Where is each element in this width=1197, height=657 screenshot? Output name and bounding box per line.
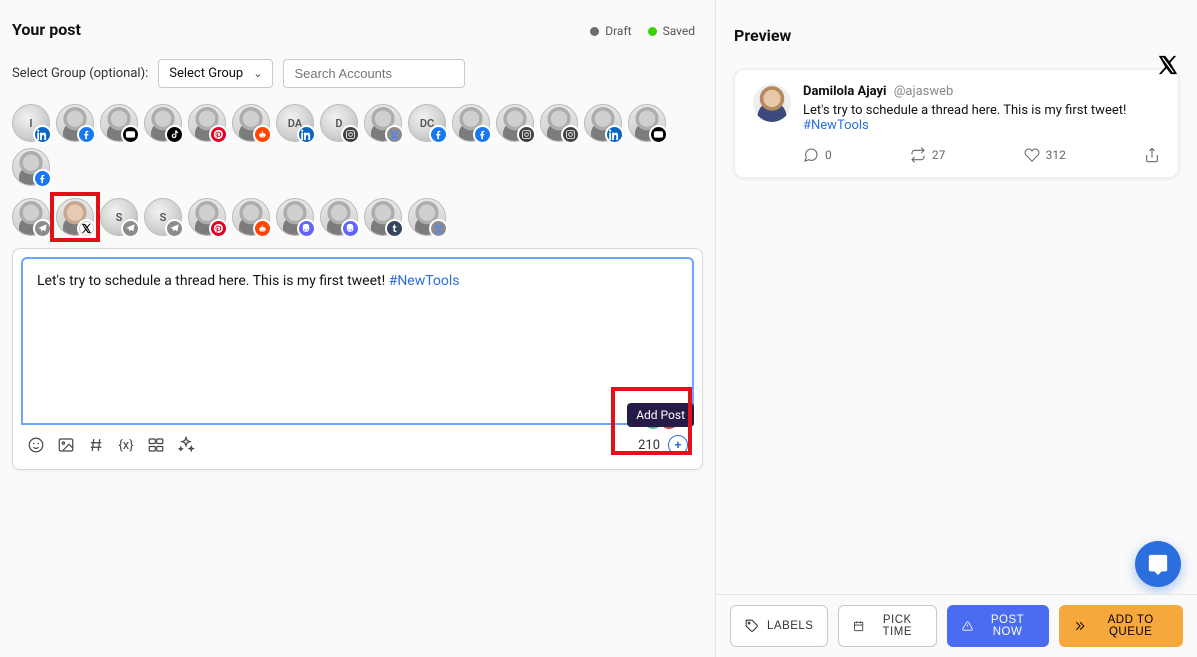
compose-textarea[interactable]: Let's try to schedule a thread here. Thi… [21, 257, 694, 425]
select-group-dropdown[interactable]: Select Group ⌄ [158, 59, 273, 88]
pinterest-icon [209, 125, 228, 144]
account-acct-23[interactable] [276, 198, 314, 236]
pick-time-button[interactable]: PICK TIME [838, 605, 936, 647]
account-acct-12[interactable] [496, 104, 534, 142]
facebook-icon [473, 125, 492, 144]
add-post-tooltip: Add Post [627, 403, 694, 427]
account-acct-6[interactable] [232, 104, 270, 142]
reddit-icon [253, 125, 272, 144]
account-acct-5[interactable] [188, 104, 226, 142]
tumblr-icon [385, 219, 404, 238]
image-icon[interactable] [57, 436, 75, 454]
select-group-label: Select Group (optional): [12, 66, 148, 81]
bluesky-icon [429, 219, 448, 238]
tweet-hashtag: #NewTools [803, 118, 869, 133]
tiktok-icon [165, 125, 184, 144]
post-now-button[interactable]: POST NOW [947, 605, 1049, 647]
tweet-likes[interactable]: 312 [1024, 147, 1066, 163]
tweet-author-name: Damilola Ajayi [803, 84, 886, 99]
telegram-icon [121, 219, 140, 238]
status-saved: Saved [648, 24, 695, 38]
tweet-retweets[interactable]: 27 [910, 147, 946, 163]
account-acct-11[interactable] [452, 104, 490, 142]
account-acct-17[interactable] [12, 198, 50, 236]
add-to-queue-button[interactable]: ADD TO QUEUE [1059, 605, 1183, 647]
variable-icon[interactable]: {x} [117, 436, 135, 454]
account-acct-20[interactable]: S [144, 198, 182, 236]
account-acct-24[interactable] [320, 198, 358, 236]
account-acct-1[interactable]: I [12, 104, 50, 142]
mastodon-icon [297, 219, 316, 238]
x-logo-icon [1157, 54, 1179, 76]
select-group-dropdown-label: Select Group [169, 66, 243, 81]
compose-hashtag: #NewTools [389, 273, 460, 289]
linkedin-icon [605, 125, 624, 144]
account-acct-16[interactable] [12, 148, 50, 186]
account-acct-25[interactable] [364, 198, 402, 236]
tweet-replies[interactable]: 0 [803, 147, 832, 163]
account-acct-9[interactable] [364, 104, 402, 142]
account-acct-18[interactable] [56, 198, 94, 236]
youtube-icon [649, 125, 668, 144]
bluesky-icon [385, 125, 404, 144]
linkedin-icon [33, 125, 52, 144]
tweet-author-handle: @ajasweb [894, 84, 954, 99]
tweet-share[interactable] [1144, 147, 1160, 163]
account-acct-22[interactable] [232, 198, 270, 236]
compose-toolbar: {x} Add Post 210 + [13, 425, 702, 469]
x-icon [77, 219, 96, 238]
instagram-icon [341, 125, 360, 144]
hashtag-icon[interactable] [87, 436, 105, 454]
account-acct-19[interactable]: S [100, 198, 138, 236]
account-acct-10[interactable]: DC [408, 104, 446, 142]
account-acct-14[interactable] [584, 104, 622, 142]
telegram-icon [33, 219, 52, 238]
char-counter: 210 [638, 438, 660, 453]
facebook-icon [33, 169, 52, 188]
tweet-text: Let's try to schedule a thread here. Thi… [803, 103, 1126, 118]
account-acct-26[interactable] [408, 198, 446, 236]
compose-text: Let's try to schedule a thread here. Thi… [37, 273, 389, 289]
facebook-icon [77, 125, 96, 144]
pinterest-icon [209, 219, 228, 238]
footer-bar: LABELS PICK TIME POST NOW ADD TO QUEUE [716, 594, 1197, 657]
linkedin-icon [297, 125, 316, 144]
reddit-icon [253, 219, 272, 238]
chevron-down-icon: ⌄ [253, 67, 262, 80]
account-acct-8[interactable]: D [320, 104, 358, 142]
youtube-icon [121, 125, 140, 144]
add-post-button[interactable]: + [668, 435, 688, 455]
telegram-icon [165, 219, 184, 238]
template-icon[interactable] [147, 436, 165, 454]
intercom-launcher[interactable] [1135, 541, 1181, 587]
search-accounts-input[interactable] [283, 59, 465, 88]
account-acct-21[interactable] [188, 198, 226, 236]
labels-button[interactable]: LABELS [730, 605, 828, 647]
account-acct-15[interactable] [628, 104, 666, 142]
ai-icon[interactable] [177, 436, 195, 454]
mastodon-icon [341, 219, 360, 238]
composer: Let's try to schedule a thread here. Thi… [12, 248, 703, 470]
status-draft: Draft [590, 24, 631, 38]
account-acct-2[interactable] [56, 104, 94, 142]
instagram-icon [517, 125, 536, 144]
tweet-avatar [753, 84, 791, 122]
account-acct-3[interactable] [100, 104, 138, 142]
emoji-icon[interactable] [27, 436, 45, 454]
account-acct-7[interactable]: DA [276, 104, 314, 142]
preview-title: Preview [734, 26, 1179, 45]
account-acct-13[interactable] [540, 104, 578, 142]
instagram-icon [561, 125, 580, 144]
account-acct-4[interactable] [144, 104, 182, 142]
tweet-preview-card: Damilola Ajayi @ajasweb Let's try to sch… [734, 69, 1179, 178]
facebook-icon [429, 125, 448, 144]
